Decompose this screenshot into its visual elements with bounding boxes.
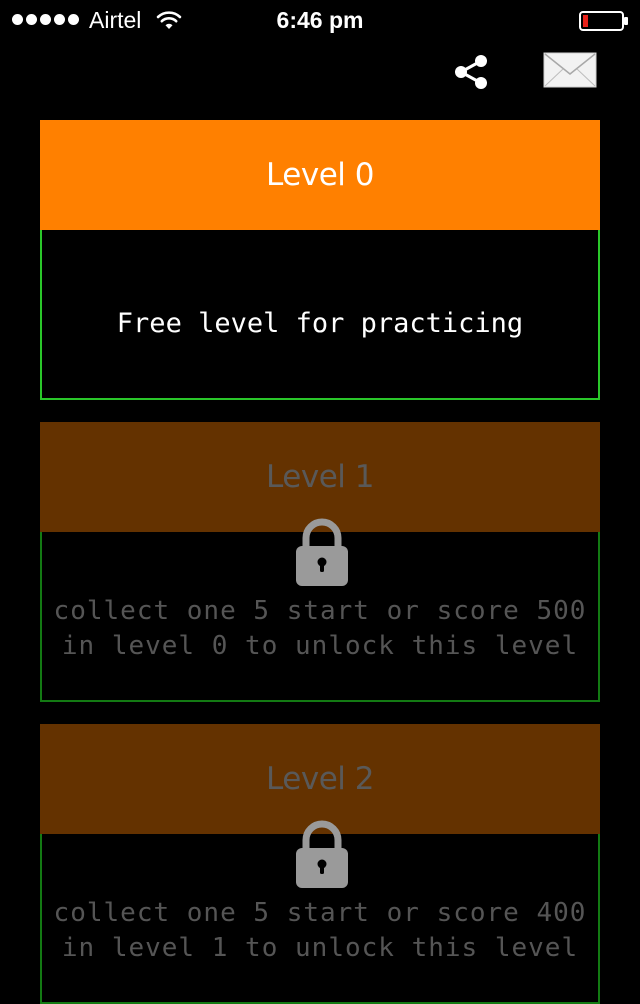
level-description: collect one 5 start or score 500 in leve… [42, 594, 598, 664]
mail-icon[interactable] [543, 52, 597, 88]
lock-icon [296, 820, 348, 888]
share-icon[interactable] [452, 54, 490, 90]
level-description-line-2: in level 1 to unlock this level [61, 933, 579, 963]
level-body: collect one 5 start or score 400 in leve… [40, 820, 600, 1004]
level-body: Free level for practicing [40, 230, 600, 400]
level-description-line-1: collect one 5 start or score 400 [53, 898, 587, 928]
level-description: Free level for practicing [116, 308, 524, 339]
level-description: collect one 5 start or score 400 in leve… [42, 896, 598, 966]
level-title: Level 0 [40, 120, 600, 230]
level-description-line-2: in level 0 to unlock this level [61, 631, 579, 661]
level-card-2[interactable]: Level 2 collect one 5 start or score 400… [40, 724, 600, 1004]
lock-icon [296, 518, 348, 586]
level-title: Level 2 [40, 724, 600, 834]
level-body: collect one 5 start or score 500 in leve… [40, 518, 600, 702]
status-bar: Airtel 6:46 pm [0, 0, 640, 40]
level-card-0[interactable]: Level 0 Free level for practicing [40, 120, 600, 400]
level-card-1[interactable]: Level 1 collect one 5 start or score 500… [40, 422, 600, 702]
battery-icon [579, 11, 628, 31]
status-time: 6:46 pm [276, 7, 364, 33]
level-description-line-1: collect one 5 start or score 500 [53, 596, 587, 626]
level-title: Level 1 [40, 422, 600, 532]
